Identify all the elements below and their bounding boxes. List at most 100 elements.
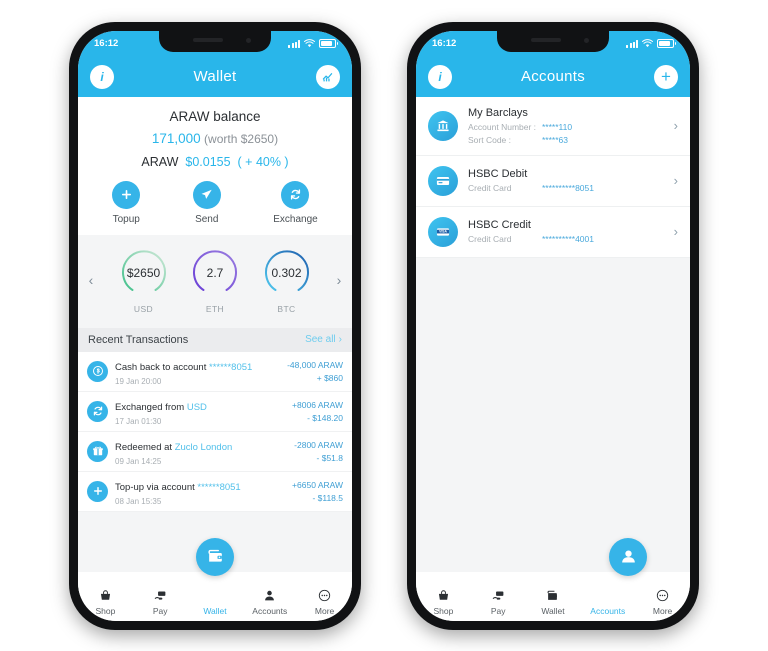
info-icon[interactable]: i [428,64,452,89]
amount-secondary: - $51.8 [316,452,343,463]
account-name: HSBC Credit [468,219,531,231]
nav-item-accounts[interactable]: Accounts [245,588,295,616]
nav-item-pay[interactable]: Pay [135,588,185,616]
ticker-label: ARAW [141,154,179,169]
accounts-app-bar: i Accounts + [416,56,690,97]
gauge-usd: $2650 USD [118,247,170,314]
transaction-date: 17 Jan 01:30 [115,416,162,426]
transaction-amounts: -48,000 ARAW + $860 [287,360,343,383]
chart-icon[interactable] [315,64,340,89]
accounts-content: My Barclays Account Number : *****110 So… [416,96,690,556]
gauge-value: $2650 [126,265,161,280]
table-row[interactable]: Cash back to account ******8051 19 Jan 2… [78,352,352,392]
credit-card-icon [428,165,458,196]
battery-icon [319,38,338,49]
gauge-ring: 2.7 [189,247,241,299]
amount-primary: +6650 ARAW [292,479,343,490]
chevron-left-icon[interactable]: ‹ [84,272,98,288]
list-item[interactable]: HSBC Debit Credit Card **********8051 › [416,156,690,207]
chevron-right-icon[interactable]: › [674,224,678,239]
nav-item-shop[interactable]: Shop [418,588,468,616]
list-item[interactable]: VISA HSBC Credit Credit Card **********4… [416,207,690,258]
transactions-title: Recent Transactions [88,333,189,346]
nav-label: More [652,605,673,616]
account-info: HSBC Credit Credit Card **********4001 [468,219,664,244]
add-account-button[interactable]: + [653,64,678,89]
dual-phone-mockup: 16:12 i Wallet ARAW balance 171,000 (wor… [0,0,768,651]
balance-worth: (worth $2650) [204,131,279,146]
gauge-value: 0.302 [271,265,302,280]
see-all-button[interactable]: See all › [305,334,342,345]
account-field: Sort Code : *****63 [468,134,568,145]
gauge-btc: 0.302 BTC [261,247,313,314]
wallet-icon[interactable] [196,537,234,576]
nav-item-more[interactable]: More [638,588,688,616]
svg-text:VISA: VISA [439,229,447,233]
signal-bars-icon [288,39,300,48]
chevron-right-icon[interactable]: › [332,272,346,288]
table-row[interactable]: Redeemed at Zuclo London 09 Jan 14:25 -2… [78,432,352,472]
account-info: My Barclays Account Number : *****110 So… [468,107,664,145]
accounts-list: My Barclays Account Number : *****110 So… [416,96,690,258]
action-exchange[interactable]: Exchange [273,180,318,225]
gauge-caption: ETH [205,303,225,314]
person-icon [263,588,276,603]
account-field: Account Number : *****110 [468,121,573,132]
nav-label: More [314,605,335,616]
nav-label: Shop [433,605,454,616]
nav-item-wallet[interactable]: Wallet [528,588,578,616]
nav-label: Accounts [590,605,626,616]
battery-icon [657,38,676,49]
phone-right: 16:12 i Accounts + My Barclays Account N… [407,21,699,630]
nav-item-wallet[interactable]: Wallet [190,588,240,616]
wifi-icon [642,39,653,48]
account-info: HSBC Debit Credit Card **********8051 [468,168,664,193]
transaction-account: ******8051 [197,481,241,493]
action-topup[interactable]: Topup [112,180,141,225]
amount-primary: -2800 ARAW [294,439,343,450]
amount-secondary: - $118.5 [312,492,343,503]
account-name: HSBC Debit [468,168,528,180]
transaction-info: Top-up via account ******8051 08 Jan 15:… [115,477,285,506]
chevron-right-icon[interactable]: › [674,173,678,188]
transaction-amounts: -2800 ARAW - $51.8 [294,440,343,463]
gauge-eth: 2.7 ETH [189,247,241,314]
action-send[interactable]: Send [192,180,221,225]
gauge-caption: USD [133,303,154,314]
visa-card-icon: VISA [428,216,458,247]
gift-icon [87,440,108,462]
more-dots-icon [318,588,331,603]
list-item[interactable]: My Barclays Account Number : *****110 So… [416,97,690,156]
nav-item-more[interactable]: More [300,588,350,616]
table-row[interactable]: Top-up via account ******8051 08 Jan 15:… [78,472,352,512]
gauge-value: 2.7 [206,265,224,280]
wallet-icon [546,588,559,603]
nav-label: Shop [95,605,116,616]
transaction-date: 09 Jan 14:25 [115,456,162,466]
bank-building-icon [428,110,458,141]
account-field: Credit Card **********8051 [468,183,594,193]
transaction-info: Cash back to account ******8051 19 Jan 2… [115,357,280,386]
cashback-icon [87,360,108,382]
balance-card: ARAW balance 171,000 (worth $2650) ARAW … [78,96,352,175]
exchange-refresh-icon [281,180,310,209]
notch [159,30,271,52]
notch [497,30,609,52]
info-icon[interactable]: i [90,64,114,89]
transaction-account: USD [186,401,207,413]
nav-item-accounts[interactable]: Accounts [583,588,633,616]
table-row[interactable]: Exchanged from USD 17 Jan 01:30 +8006 AR… [78,392,352,432]
transaction-title: Exchanged from USD [115,401,207,413]
quick-actions: Topup Send Exchange [78,174,352,235]
plus-icon [87,480,108,502]
chevron-right-icon[interactable]: › [674,118,678,133]
accounts-screen: 16:12 i Accounts + My Barclays Account N… [416,30,690,621]
nav-item-shop[interactable]: Shop [80,588,130,616]
nav-label: Wallet [203,605,227,616]
transaction-title: Redeemed at Zuclo London [115,441,233,453]
amount-secondary: + $860 [316,372,343,383]
transaction-info: Exchanged from USD 17 Jan 01:30 [115,397,285,426]
page-title: Accounts [520,68,586,85]
person-icon[interactable] [609,537,647,576]
nav-item-pay[interactable]: Pay [473,588,523,616]
